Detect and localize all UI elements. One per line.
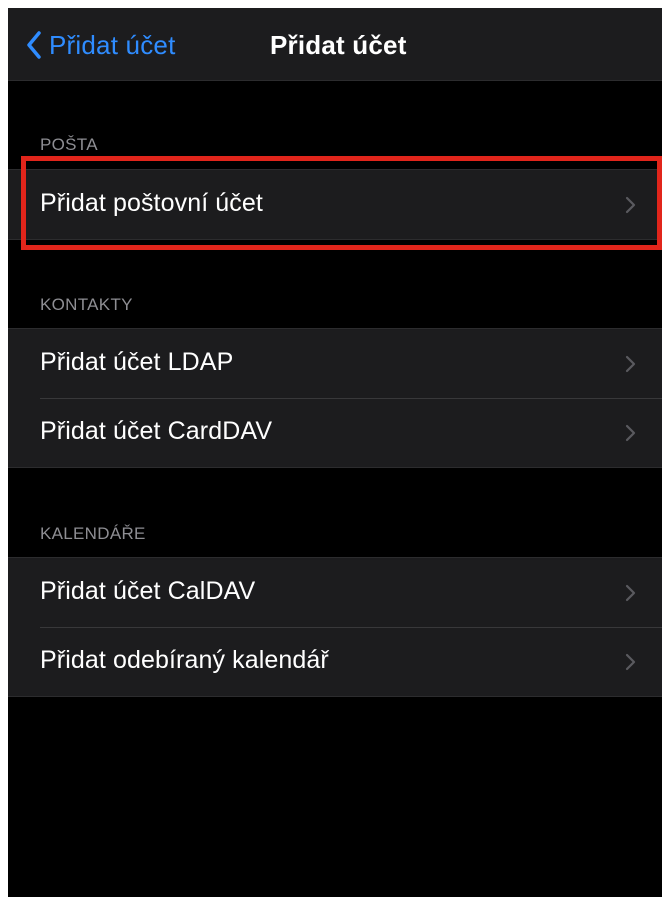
row-label: Přidat účet CalDAV: [40, 577, 256, 605]
page-title: Přidat účet: [270, 30, 407, 60]
section-group-contacts: Přidat účet LDAP Přidat účet CardDAV: [8, 328, 662, 468]
add-mail-account-row[interactable]: Přidat poštovní účet: [8, 170, 662, 239]
navigation-bar: Přidat účet Přidat účet: [8, 8, 662, 81]
section-group-mail: Přidat poštovní účet: [8, 169, 662, 240]
section-header-mail: POŠTA: [40, 135, 98, 154]
chevron-right-icon: [625, 653, 636, 671]
add-caldav-account-row[interactable]: Přidat účet CalDAV: [8, 558, 662, 627]
section-header-contacts: KONTAKTY: [40, 295, 133, 314]
chevron-right-icon: [625, 424, 636, 442]
chevron-right-icon: [625, 196, 636, 214]
row-label: Přidat odebíraný kalendář: [40, 646, 329, 674]
chevron-right-icon: [625, 584, 636, 602]
chevron-right-icon: [625, 355, 636, 373]
add-subscribed-calendar-row[interactable]: Přidat odebíraný kalendář: [8, 627, 662, 696]
back-button-label: Přidat účet: [49, 29, 176, 60]
settings-screen: Přidat účet Přidat účet POŠTA Přidat poš…: [8, 8, 662, 897]
add-carddav-account-row[interactable]: Přidat účet CardDAV: [8, 398, 662, 467]
back-button[interactable]: Přidat účet: [26, 26, 176, 64]
section-group-calendars: Přidat účet CalDAV Přidat odebíraný kale…: [8, 557, 662, 697]
section-header-calendars: KALENDÁŘE: [40, 524, 146, 543]
chevron-left-icon: [26, 31, 42, 59]
add-ldap-account-row[interactable]: Přidat účet LDAP: [8, 329, 662, 398]
row-label: Přidat poštovní účet: [40, 189, 263, 217]
row-label: Přidat účet LDAP: [40, 348, 234, 376]
row-label: Přidat účet CardDAV: [40, 417, 273, 445]
